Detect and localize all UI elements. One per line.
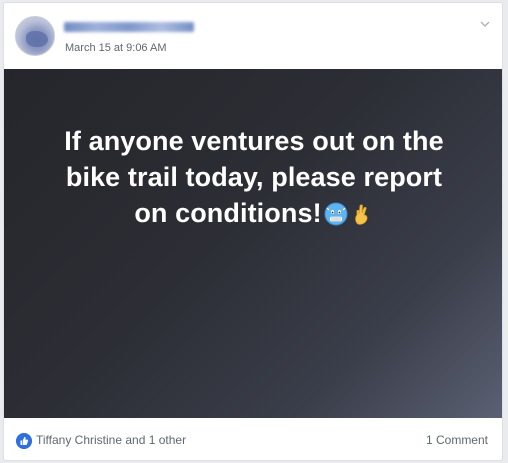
author-name-redacted[interactable] (64, 22, 194, 32)
post-card: March 15 at 9:06 AM If anyone ventures o… (3, 2, 503, 461)
like-reaction-icon[interactable] (16, 433, 32, 449)
post-text-line: bike trail today, please report (65, 162, 443, 192)
post-background (4, 69, 502, 418)
chevron-down-icon[interactable] (478, 17, 492, 31)
avatar[interactable] (15, 16, 55, 56)
post-text-line: If anyone ventures out on the (64, 126, 444, 156)
reactions-summary[interactable]: Tiffany Christine and 1 other (36, 433, 186, 447)
post-timestamp[interactable]: March 15 at 9:06 AM (65, 42, 167, 54)
post-text-line-last: on conditions! (28, 195, 480, 231)
post-header: March 15 at 9:06 AM (4, 3, 502, 69)
post-text: If anyone ventures out on the bike trail… (28, 123, 480, 231)
comment-count[interactable]: 1 Comment (426, 433, 488, 447)
cold-face-icon (324, 202, 348, 226)
post-footer: Tiffany Christine and 1 other 1 Comment (4, 418, 502, 460)
crossed-fingers-icon (354, 204, 368, 225)
